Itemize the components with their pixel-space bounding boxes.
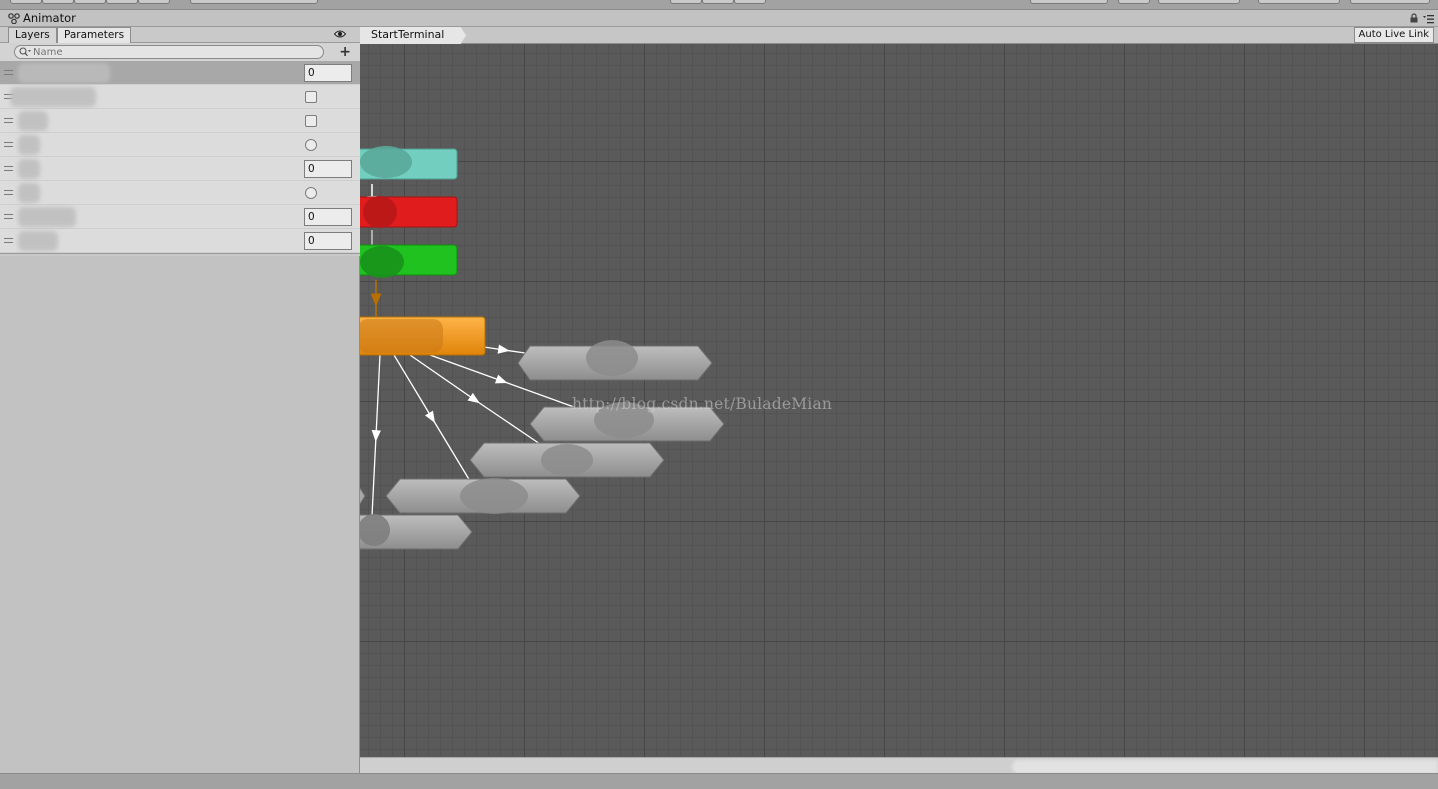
parameter-name-redacted [18,231,58,251]
drag-handle-icon[interactable] [4,142,13,147]
drag-handle-icon[interactable] [4,238,13,243]
int-value-field[interactable]: 0 [304,232,352,250]
toolbar-button[interactable] [1258,0,1340,4]
toolbar-button[interactable] [138,0,170,4]
plus-icon[interactable]: + [339,44,351,60]
trigger-radio[interactable] [305,139,317,151]
drag-handle-icon[interactable] [4,214,13,219]
state-node[interactable] [360,514,473,550]
top-toolbar-strip [0,0,1438,10]
parameter-row[interactable]: 0 [0,229,360,253]
drag-handle-icon[interactable] [4,190,13,195]
state-node[interactable] [469,442,665,478]
state-entry[interactable] [360,146,458,180]
drag-handle-icon[interactable] [4,70,13,75]
state-node[interactable] [517,340,713,381]
search-icon [19,47,31,57]
parameter-row[interactable] [0,133,360,157]
parameter-row[interactable] [0,109,360,133]
state-any-state[interactable] [360,244,458,278]
parameters-panel: Layers Parameters + 0 [0,27,360,773]
lock-icon[interactable] [1410,13,1418,23]
menu-icon[interactable] [1422,14,1434,24]
step-button[interactable] [734,0,766,4]
status-strip [0,773,1438,789]
parameter-name-redacted [10,87,96,107]
drag-handle-icon[interactable] [4,166,13,171]
parameter-row[interactable] [0,181,360,205]
animator-icon [8,13,20,24]
parameter-name-redacted [18,159,40,179]
parameter-row[interactable]: 0 [0,157,360,181]
parameter-name-redacted [18,183,40,203]
panel-tab-row: Layers Parameters [0,27,360,43]
state-node-edge [360,487,366,505]
float-value-field[interactable]: 0 [304,160,352,178]
breadcrumb[interactable]: StartTerminal [360,27,466,44]
breadcrumb-bar: StartTerminal Auto Live Link [360,27,1438,44]
float-value-field[interactable]: 0 [304,64,352,82]
graph-canvas [360,146,725,550]
state-machine-graph[interactable]: StartTerminal Auto Live Link http://blog… [360,27,1438,757]
state-exit[interactable] [360,196,458,228]
bool-checkbox[interactable] [305,115,317,127]
tab-layers[interactable]: Layers [8,27,57,43]
transition-arrow [409,354,541,445]
search-input[interactable] [14,45,324,59]
parameter-name-redacted [18,135,40,155]
tab-parameters[interactable]: Parameters [57,27,132,43]
parameter-name-redacted [18,207,76,227]
toolbar-button[interactable] [1158,0,1240,4]
parameter-name-redacted [18,63,110,83]
parameter-row[interactable]: 0 [0,61,360,85]
toolbar-button[interactable] [190,0,318,4]
toolbar-button[interactable] [10,0,42,4]
parameter-list-footer [0,253,360,256]
scrollbar-thumb[interactable] [1012,760,1438,774]
int-value-field[interactable]: 0 [304,208,352,226]
state-default-orange[interactable] [360,316,486,356]
toolbar-button[interactable] [42,0,74,4]
toolbar-button[interactable] [1030,0,1108,4]
bool-checkbox[interactable] [305,91,317,103]
search-row: + [0,43,360,61]
parameter-row[interactable]: 0 [0,205,360,229]
auto-live-link-button[interactable]: Auto Live Link [1353,27,1434,43]
toolbar-button[interactable] [106,0,138,4]
play-button[interactable] [670,0,702,4]
parameter-name-redacted [18,111,48,131]
toolbar-button[interactable] [1118,0,1150,4]
trigger-radio[interactable] [305,187,317,199]
transition-arrow [371,354,381,517]
window-title: Animator [23,11,76,25]
window-titlebar: Animator [0,10,1438,27]
parameter-list: 0 0 0 0 [0,61,360,253]
eye-icon[interactable] [334,29,346,39]
drag-handle-icon[interactable] [4,118,13,123]
state-node[interactable] [385,478,581,514]
horizontal-scrollbar[interactable] [360,757,1438,774]
toolbar-button[interactable] [1350,0,1430,4]
toolbar-button[interactable] [74,0,106,4]
parameter-row[interactable] [0,85,360,109]
transition-arrow [393,354,471,482]
watermark-text: http://blog.csdn.net/BuladeMian [572,395,833,413]
pause-button[interactable] [702,0,734,4]
transition-arrow [483,344,526,354]
